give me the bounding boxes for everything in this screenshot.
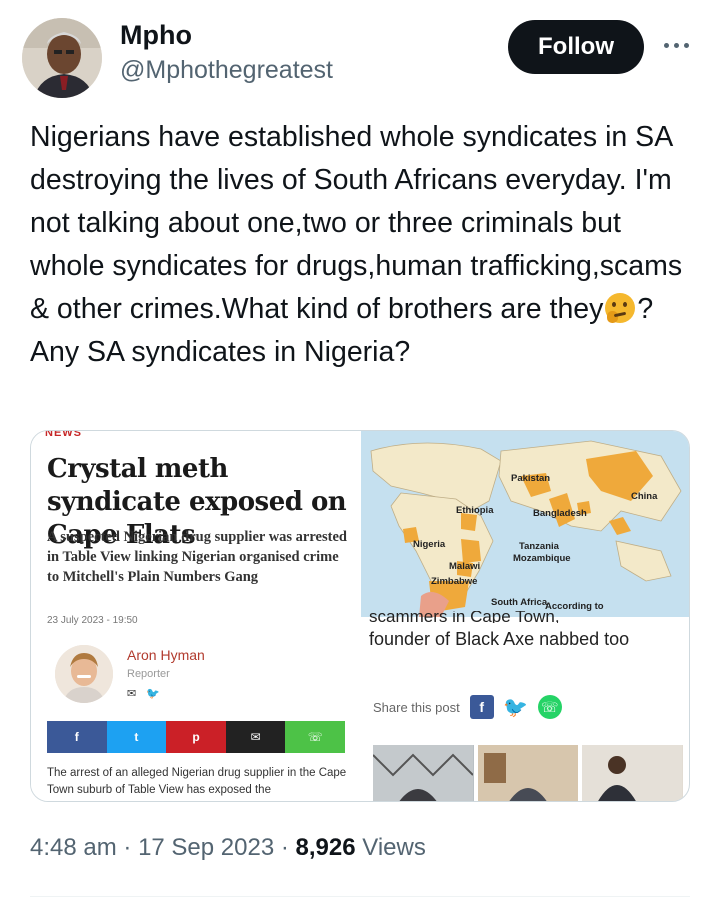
article-headline-right: founder of Black Axe nabbed too xyxy=(369,629,630,649)
whatsapp-share-icon: ☏ xyxy=(285,721,345,753)
dot xyxy=(683,42,689,48)
map-article-screenshot[interactable]: Pakistan China Ethiopia Bangladesh Niger… xyxy=(361,431,689,801)
photo-thumbnail xyxy=(582,745,684,801)
views-count: 8,926 xyxy=(295,834,356,861)
partially-hidden-headline: scammers in Cape Town, xyxy=(369,611,560,623)
email-share-icon: ✉ xyxy=(225,721,286,753)
separator: · xyxy=(123,834,132,861)
map-label-pakistan: Pakistan xyxy=(511,473,551,484)
pinterest-share-icon: p xyxy=(166,721,226,753)
facebook-share-icon: f xyxy=(47,721,107,753)
thinking-face-icon xyxy=(605,293,636,323)
share-this-post: Share this post f 🐦 ☏ xyxy=(373,695,562,719)
reporter-role: Reporter xyxy=(127,668,170,680)
twitter-bird-icon: 🐦 xyxy=(503,696,529,719)
section-label: NEWS xyxy=(45,430,82,439)
reporter-avatar xyxy=(55,645,113,703)
article-share-bar: f t p ✉ ☏ xyxy=(47,721,345,753)
author-name[interactable]: Mpho xyxy=(120,20,192,51)
author-handle[interactable]: @Mphothegreatest xyxy=(120,56,333,85)
article-photo-strip xyxy=(373,745,684,801)
reporter-contact-icons: ✉ 🐦 xyxy=(127,687,160,700)
article-caption: The arrest of an alleged Nigerian drug s… xyxy=(47,767,347,796)
photo-thumbnail xyxy=(477,745,579,801)
map-label-ethiopia: Ethiopia xyxy=(456,505,494,516)
map-label-tanzania: Tanzania xyxy=(519,541,559,552)
article-subheadline: A suspected Nigerian drug supplier was a… xyxy=(47,529,347,585)
news-article-screenshot[interactable]: NEWS Crystal meth syndicate exposed on C… xyxy=(31,430,361,801)
dot xyxy=(663,42,669,48)
map-label-malawi: Malawi xyxy=(449,561,481,572)
follow-button[interactable]: Follow xyxy=(508,20,644,74)
map-label-bangladesh: Bangladesh xyxy=(533,508,587,519)
map-label-zimbabwe: Zimbabwe xyxy=(431,576,478,587)
dot xyxy=(673,42,679,48)
reporter-name: Aron Hyman xyxy=(127,647,205,663)
separator: · xyxy=(280,834,289,861)
map-label-china: China xyxy=(631,491,658,502)
email-icon: ✉ xyxy=(127,688,137,700)
article-date: 23 July 2023 - 19:50 xyxy=(47,615,138,626)
photo-thumbnail xyxy=(373,745,474,801)
tweet-meta: 4:48 am · 17 Sep 2023 · 8,926 Views xyxy=(30,834,426,862)
twitter-icon: 🐦 xyxy=(146,688,160,700)
tweet-time[interactable]: 4:48 am xyxy=(30,834,117,861)
tweet-text-main: Nigerians have established whole syndica… xyxy=(30,121,683,325)
views-label: Views xyxy=(362,834,426,861)
trafficking-map: Pakistan China Ethiopia Bangladesh Niger… xyxy=(361,431,689,617)
facebook-icon: f xyxy=(469,695,494,719)
tweet-date[interactable]: 17 Sep 2023 xyxy=(138,834,274,861)
share-post-label: Share this post xyxy=(373,699,460,715)
more-options-icon[interactable] xyxy=(654,30,698,60)
author-avatar[interactable] xyxy=(22,18,102,98)
whatsapp-icon: ☏ xyxy=(537,695,562,719)
map-label-nigeria: Nigeria xyxy=(413,539,446,550)
media-attachment[interactable]: NEWS Crystal meth syndicate exposed on C… xyxy=(30,430,690,802)
twitter-share-icon: t xyxy=(106,721,167,753)
map-label-mozambique: Mozambique xyxy=(513,553,571,564)
map-label-south-africa: South Africa xyxy=(491,597,548,608)
divider xyxy=(30,896,690,897)
tweet-text: Nigerians have established whole syndica… xyxy=(30,116,700,374)
